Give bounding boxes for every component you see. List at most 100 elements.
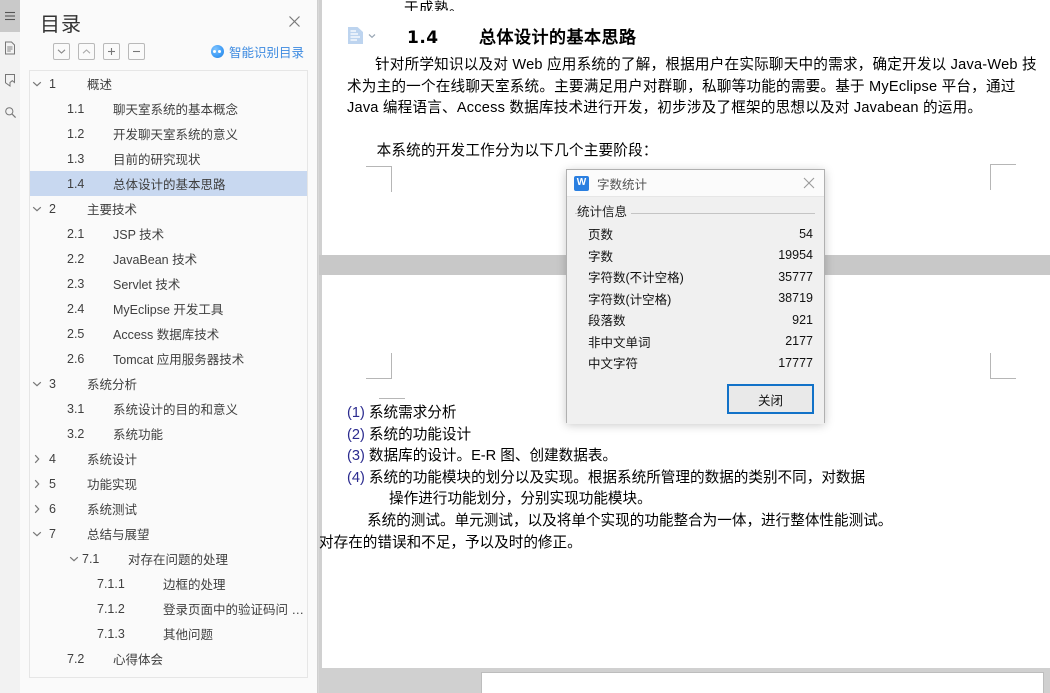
toc-item-label: 主要技术	[87, 203, 138, 217]
toc-item-number: 2.2	[67, 251, 85, 266]
toc-item-number: 3	[49, 376, 56, 391]
dialog-close-icon[interactable]	[800, 174, 818, 192]
stat-value: 54	[799, 226, 813, 241]
toc-item-1-3[interactable]: 1.3 目前的研究现状	[30, 146, 307, 171]
search-icon[interactable]	[0, 96, 20, 128]
chevron-placeholder	[52, 227, 66, 241]
expand-down-button[interactable]	[53, 43, 70, 60]
close-icon[interactable]	[285, 12, 303, 30]
chevron-placeholder	[52, 127, 66, 141]
toc-item-6[interactable]: 6 系统测试	[30, 496, 307, 521]
list-item: (4) 系统的功能模块的划分以及实现。根据系统所管理的数据的类别不同，对数据	[347, 469, 866, 486]
outline-icon[interactable]	[0, 0, 20, 32]
chevron-placeholder	[52, 402, 66, 416]
toc-item-number: 7.2	[67, 651, 85, 666]
stats-group-label: 统计信息	[577, 201, 632, 220]
toc-item-7-1-2[interactable]: 7.1.2 登录页面中的验证码问 …	[30, 596, 307, 621]
toc-item-label: 心得体会	[113, 653, 164, 667]
chevron-down-icon[interactable]	[30, 377, 44, 391]
chevron-right-icon[interactable]	[30, 477, 44, 491]
dialog-title: 字数统计	[597, 177, 648, 192]
toc-item-label: 其他问题	[163, 628, 214, 642]
toc-item-label: 开发聊天室系统的意义	[113, 128, 239, 142]
stat-label: 字符数(不计空格)	[588, 271, 684, 286]
close-button[interactable]: 关闭	[727, 384, 814, 414]
stat-row: 字符数(计空格) 38719	[575, 288, 815, 310]
toc-item-5[interactable]: 5 功能实现	[30, 471, 307, 496]
toc-item-label: JSP 技术	[113, 228, 165, 242]
toc-item-1-2[interactable]: 1.2 开发聊天室系统的意义	[30, 121, 307, 146]
stat-value: 38719	[778, 291, 813, 306]
toc-item-7-1[interactable]: 7.1 对存在问题的处理	[30, 546, 307, 571]
toc-item-7-2[interactable]: 7.2 心得体会	[30, 646, 307, 671]
toc-item-number: 7.1.2	[97, 601, 125, 616]
toc-item-number: 3.2	[67, 426, 85, 441]
decrease-level-button[interactable]	[128, 43, 145, 60]
toc-header: 目录	[20, 0, 317, 40]
toc-item-2-6[interactable]: 2.6 Tomcat 应用服务器技术	[30, 346, 307, 371]
collapse-up-button[interactable]	[78, 43, 95, 60]
toc-item-plain-24[interactable]: 致 谢	[30, 671, 307, 678]
toc-toolbar: 智能识别目录	[20, 40, 317, 68]
toc-item-7-1-1[interactable]: 7.1.1 边框的处理	[30, 571, 307, 596]
toc-item-4[interactable]: 4 系统设计	[30, 446, 307, 471]
toc-item-label: 总体设计的基本思路	[113, 178, 226, 192]
toc-item-1[interactable]: 1 概述	[30, 71, 307, 96]
chevron-placeholder	[82, 627, 96, 641]
stat-row: 页数 54	[575, 223, 815, 245]
toc-item-7[interactable]: 7 总结与展望	[30, 521, 307, 546]
chevron-down-icon[interactable]	[30, 77, 44, 91]
increase-level-button[interactable]	[103, 43, 120, 60]
toc-item-label: 目前的研究现状	[113, 153, 201, 167]
toc-item-3-2[interactable]: 3.2 系统功能	[30, 421, 307, 446]
chevron-placeholder	[82, 577, 96, 591]
toc-item-7-1-3[interactable]: 7.1.3 其他问题	[30, 621, 307, 646]
toc-item-2-4[interactable]: 2.4 MyEclipse 开发工具	[30, 296, 307, 321]
toc-item-number: 4	[49, 451, 56, 466]
chevron-down-icon	[368, 33, 376, 38]
chevron-right-icon[interactable]	[30, 502, 44, 516]
section-heading: 1.4 总体设计的基本思路	[407, 23, 637, 48]
toc-list[interactable]: 1 概述 1.1 聊天室系统的基本概念 1.2 开发聊天室系统的意义 1.3 目前的研究现状 1…	[29, 70, 308, 678]
toc-item-3-1[interactable]: 3.1 系统设计的目的和意义	[30, 396, 307, 421]
toc-item-2[interactable]: 2 主要技术	[30, 196, 307, 221]
chevron-placeholder	[52, 252, 66, 266]
body-paragraph-2: 本系统的开发工作分为以下几个主要阶段：	[347, 143, 658, 159]
toc-item-number: 2.4	[67, 301, 85, 316]
chevron-placeholder	[52, 652, 66, 666]
toc-item-label: 概述	[87, 78, 113, 92]
chevron-right-icon[interactable]	[30, 452, 44, 466]
toc-item-number: 2	[49, 201, 56, 216]
statistics-table: 页数 54 字数 19954 字符数(不计空格) 35777 字符数(计空格) 38719 段落…	[575, 223, 815, 374]
toc-item-label: Access 数据库技术	[113, 328, 220, 342]
stat-value: 17777	[778, 355, 813, 370]
stat-label: 字符数(计空格)	[588, 292, 672, 307]
toc-item-number: 7.1	[82, 551, 100, 566]
heading-text: 总体设计的基本思路	[479, 28, 637, 48]
paragraph-style-icon[interactable]	[347, 26, 376, 45]
toc-item-label: 系统设计的目的和意义	[113, 403, 239, 417]
toc-item-label: Servlet 技术	[113, 278, 181, 292]
chevron-placeholder	[67, 677, 81, 678]
toc-item-2-1[interactable]: 2.1 JSP 技术	[30, 221, 307, 246]
toc-item-2-2[interactable]: 2.2 JavaBean 技术	[30, 246, 307, 271]
toc-item-2-5[interactable]: 2.5 Access 数据库技术	[30, 321, 307, 346]
toc-item-number: 1	[49, 76, 56, 91]
toc-item-2-3[interactable]: 2.3 Servlet 技术	[30, 271, 307, 296]
paragraph-3-line-b: 对存在的错误和不足，予以及时的修正。	[319, 534, 582, 551]
stat-value: 2177	[785, 334, 813, 349]
toc-item-1-1[interactable]: 1.1 聊天室系统的基本概念	[30, 96, 307, 121]
stat-row: 字符数(不计空格) 35777	[575, 266, 815, 288]
document-icon[interactable]	[0, 32, 20, 64]
stat-label: 字数	[588, 249, 614, 264]
body-paragraph-3: 系统的测试。单元测试，以及将单个实现的功能整合为一体，进行整体性能测试。 对存在…	[319, 511, 1047, 554]
toc-item-3[interactable]: 3 系统分析	[30, 371, 307, 396]
bookmark-icon[interactable]	[0, 64, 20, 96]
ai-recognize-toc-button[interactable]: 智能识别目录	[210, 42, 304, 61]
chevron-down-icon[interactable]	[67, 552, 81, 566]
toc-item-number: 2.6	[67, 351, 85, 366]
toc-item-label: 边框的处理	[163, 578, 226, 592]
chevron-down-icon[interactable]	[30, 202, 44, 216]
toc-item-1-4[interactable]: 1.4 总体设计的基本思路	[30, 171, 307, 196]
chevron-down-icon[interactable]	[30, 527, 44, 541]
